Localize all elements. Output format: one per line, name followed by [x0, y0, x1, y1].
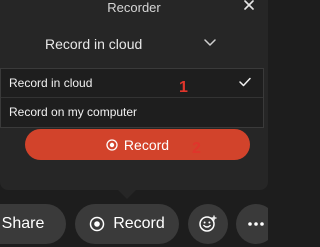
share-button[interactable]: Share — [0, 204, 66, 244]
record-icon — [106, 138, 118, 151]
record-button[interactable]: Record — [25, 129, 250, 160]
menu-item-record-on-computer[interactable]: Record on my computer 2 — [1, 97, 263, 157]
more-options-button[interactable] — [236, 204, 268, 244]
recorder-screen: Recorder Record in cloud Record Record i… — [0, 0, 268, 247]
popup-pointer — [116, 188, 138, 199]
record-location-value: Record in cloud — [45, 36, 143, 52]
toolbar-record-label: Record — [113, 215, 165, 232]
close-icon[interactable] — [242, 0, 256, 12]
menu-item-record-in-cloud[interactable]: Record in cloud 1 — [1, 69, 263, 97]
record-button-label: Record — [123, 136, 170, 153]
toolbar-record-button[interactable]: Record — [75, 204, 179, 244]
record-icon — [89, 216, 105, 232]
chevron-down-icon — [204, 39, 216, 46]
smiley-icon — [199, 215, 217, 232]
share-button-label: Share — [1, 215, 45, 232]
more-icon — [248, 222, 264, 226]
record-location-select[interactable]: Record in cloud — [0, 36, 268, 60]
record-location-menu: Record in cloud 1 Record on my computer … — [0, 68, 264, 157]
checkmark-icon — [239, 77, 251, 87]
menu-item-label: Record in cloud — [9, 76, 93, 90]
menu-item-label: Record on my computer — [9, 105, 138, 119]
reactions-button[interactable] — [188, 204, 228, 244]
popup-title: Recorder — [107, 0, 161, 15]
annotation-number: 2 — [192, 140, 201, 157]
annotation-number: 1 — [179, 79, 188, 96]
